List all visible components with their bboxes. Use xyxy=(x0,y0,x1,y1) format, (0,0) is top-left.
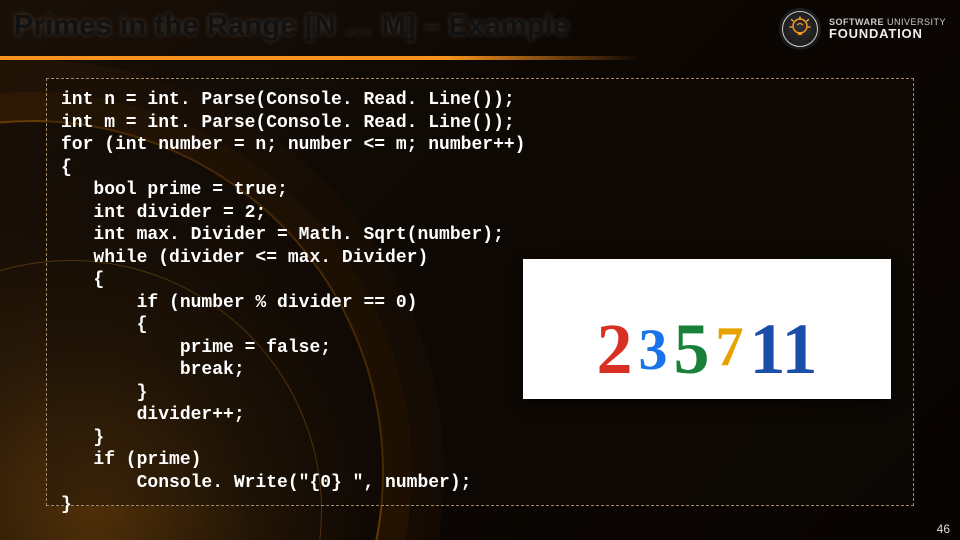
code-listing: int n = int. Parse(Console. Read. Line()… xyxy=(61,89,899,517)
brand-logo: SOFTWARE UNIVERSITY FOUNDATION xyxy=(779,8,946,50)
title-underline xyxy=(0,56,640,60)
page-number: 46 xyxy=(937,522,950,536)
code-box: int n = int. Parse(Console. Read. Line()… xyxy=(46,78,914,506)
brand-text: SOFTWARE UNIVERSITY FOUNDATION xyxy=(829,18,946,40)
slide-title: Primes in the Range [N … M] – Example xyxy=(14,10,569,43)
lightbulb-icon xyxy=(779,8,821,50)
slide: Primes in the Range [N … M] – Example SO… xyxy=(0,0,960,540)
brand-line2: FOUNDATION xyxy=(829,27,946,40)
